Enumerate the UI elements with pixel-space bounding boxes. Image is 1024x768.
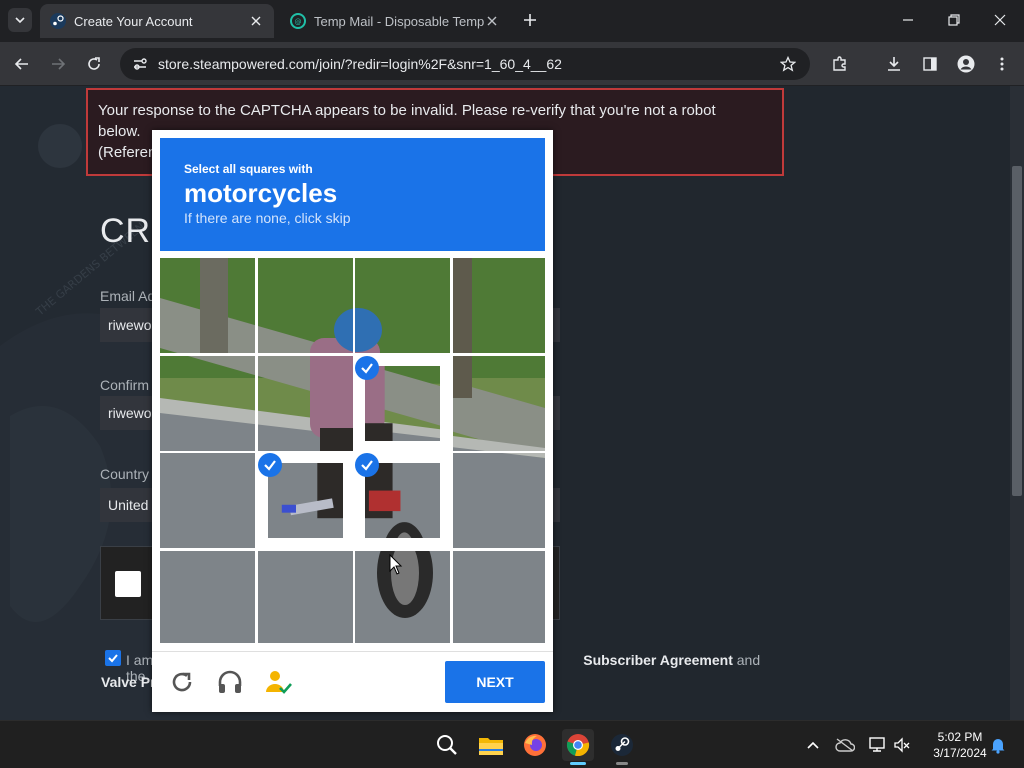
recaptcha-checkbox[interactable] <box>115 571 141 597</box>
temp-mail-favicon-icon: @ <box>290 13 306 29</box>
challenge-hint: If there are none, click skip <box>184 210 351 226</box>
search-icon[interactable] <box>431 729 463 761</box>
notification-bell-icon[interactable] <box>982 729 1014 761</box>
url-text: store.steampowered.com/join/?redir=login… <box>158 56 562 72</box>
download-icon <box>888 57 900 71</box>
reload-icon <box>172 672 192 692</box>
tab-close-icon[interactable] <box>484 13 500 29</box>
audio-challenge-button[interactable] <box>210 662 250 702</box>
side-panel-button[interactable] <box>916 50 944 78</box>
reload-challenge-button[interactable] <box>162 662 202 702</box>
reload-button[interactable] <box>80 50 108 78</box>
challenge-tile[interactable] <box>355 355 450 451</box>
tile-selected-check-icon <box>355 453 379 477</box>
page-scrollbar[interactable] <box>1010 86 1024 720</box>
challenge-footer: NEXT <box>152 651 553 713</box>
checkmark-icon <box>108 654 118 663</box>
challenge-tile[interactable] <box>452 453 548 548</box>
close-window-button[interactable] <box>980 6 1020 34</box>
restore-button[interactable] <box>934 6 974 34</box>
agreement-prefix: I am <box>126 652 154 668</box>
tab-title: Create Your Account <box>74 13 193 29</box>
challenge-tile[interactable] <box>257 258 353 353</box>
scrollbar-thumb[interactable] <box>1012 166 1022 496</box>
challenge-tile[interactable] <box>452 258 548 353</box>
confirm-email-label: Confirm <box>100 377 150 393</box>
steam-icon[interactable] <box>606 729 638 765</box>
error-line: Your response to the CAPTCHA appears to … <box>98 102 716 119</box>
tab-close-icon[interactable] <box>248 13 264 29</box>
tile-selected-check-icon <box>257 453 282 477</box>
tab-search-button[interactable] <box>8 8 32 32</box>
chrome-menu-button[interactable] <box>988 50 1016 78</box>
challenge-tile[interactable] <box>160 258 255 353</box>
country-label: Country <box>100 466 150 482</box>
browser-tab-strip: Create Your Account @ Temp Mail - Dispos… <box>0 0 1024 42</box>
challenge-tile[interactable] <box>452 550 548 646</box>
challenge-target: motorcycles <box>184 178 338 208</box>
chrome-icon[interactable] <box>562 729 594 765</box>
info-button[interactable] <box>258 662 298 702</box>
verified-user-icon <box>266 671 292 694</box>
svg-text:@: @ <box>295 18 302 26</box>
extensions-button[interactable] <box>826 50 854 78</box>
browser-toolbar: store.steampowered.com/join/?redir=login… <box>0 42 1024 86</box>
windows-taskbar: 5:02 PM 3/17/2024 <box>0 720 1024 768</box>
kebab-menu-icon <box>1000 57 1004 71</box>
challenge-instruction: Select all squares with <box>184 162 313 176</box>
onedrive-icon[interactable] <box>829 729 861 761</box>
minimize-icon <box>903 19 913 21</box>
tab-temp-mail[interactable]: @ Temp Mail - Disposable Tempo <box>280 4 510 38</box>
site-info-icon[interactable] <box>126 56 154 72</box>
email-label: Email Ad <box>100 288 156 304</box>
challenge-tile[interactable] <box>160 355 255 451</box>
tile-selected-check-icon <box>355 355 379 380</box>
mouse-cursor-icon <box>389 554 403 575</box>
challenge-tile[interactable] <box>355 258 450 353</box>
challenge-tile[interactable] <box>257 550 353 646</box>
minimize-button[interactable] <box>888 6 928 34</box>
arrow-left-icon <box>14 58 28 70</box>
show-hidden-icons-button[interactable] <box>797 729 829 761</box>
active-app-indicator <box>570 762 586 765</box>
tab-title: Temp Mail - Disposable Tempo <box>314 13 484 29</box>
headphones-icon <box>218 670 242 693</box>
chevron-down-icon <box>15 17 25 24</box>
profile-icon <box>957 55 975 73</box>
side-panel-icon <box>923 57 937 71</box>
challenge-tile[interactable] <box>452 355 548 451</box>
challenge-tile[interactable] <box>160 453 255 548</box>
arrow-right-icon <box>52 58 66 70</box>
steam-favicon-icon <box>50 13 66 29</box>
challenge-header: Select all squares with motorcycles If t… <box>160 138 545 251</box>
running-app-indicator <box>616 762 628 765</box>
challenge-image-grid <box>160 258 545 643</box>
volume-muted-icon[interactable] <box>886 729 918 761</box>
restore-icon <box>948 14 960 26</box>
back-button[interactable] <box>8 50 36 78</box>
address-bar[interactable]: store.steampowered.com/join/?redir=login… <box>120 48 810 80</box>
file-explorer-icon[interactable] <box>475 729 507 761</box>
close-icon <box>994 14 1006 26</box>
firefox-icon[interactable] <box>519 729 551 761</box>
chevron-up-icon <box>807 741 819 749</box>
new-tab-button[interactable] <box>520 10 540 30</box>
challenge-tile[interactable] <box>257 355 353 451</box>
next-button[interactable]: NEXT <box>445 661 545 703</box>
forward-button[interactable] <box>44 50 72 78</box>
challenge-tile[interactable] <box>160 550 255 646</box>
tab-create-account[interactable]: Create Your Account <box>40 4 274 38</box>
profile-button[interactable] <box>952 50 980 78</box>
plus-icon <box>524 14 536 26</box>
privacy-policy-link[interactable]: Valve Pr <box>101 674 156 690</box>
challenge-tile[interactable] <box>257 453 353 548</box>
reload-icon <box>88 57 100 70</box>
recaptcha-challenge-popup: Select all squares with motorcycles If t… <box>152 130 553 712</box>
challenge-tile[interactable] <box>355 453 450 548</box>
downloads-button[interactable] <box>880 50 908 78</box>
subscriber-agreement-link[interactable]: Subscriber Agreement <box>583 652 733 668</box>
agree-checkbox[interactable] <box>105 650 121 666</box>
bookmark-star-icon[interactable] <box>774 56 802 72</box>
puzzle-icon <box>833 56 846 71</box>
